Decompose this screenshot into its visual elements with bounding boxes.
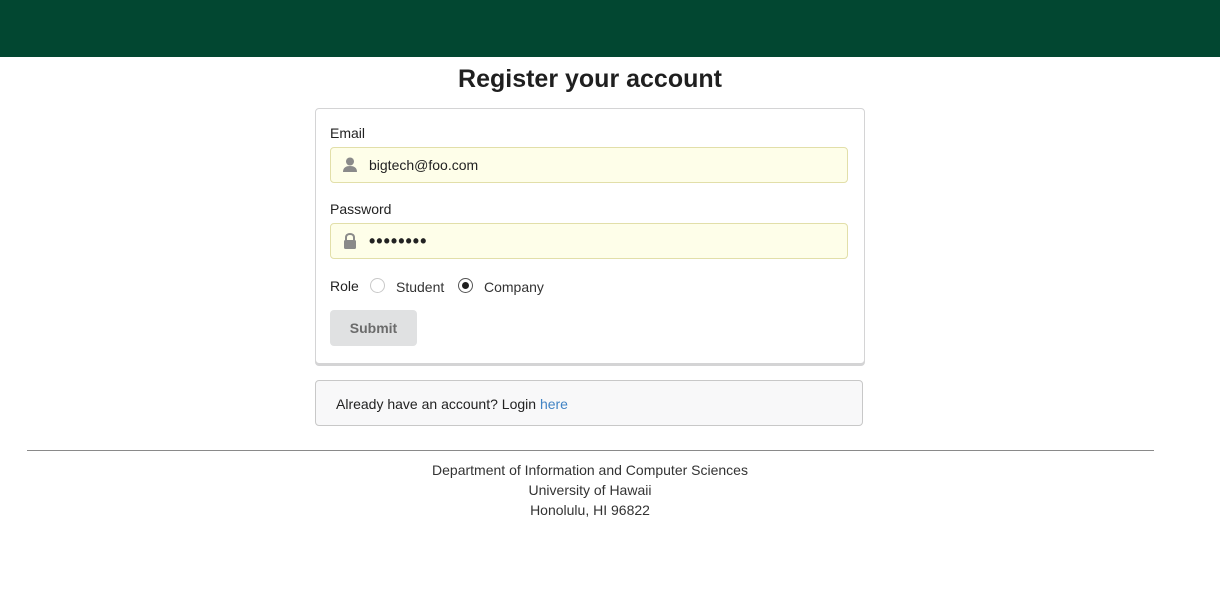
login-message-text: Already have an account? Login — [336, 396, 540, 412]
company-radio-label[interactable]: Company — [484, 279, 544, 295]
top-navbar — [0, 0, 1220, 57]
login-link[interactable]: here — [540, 396, 568, 412]
register-form: Email Password •••••••• Role Student Com… — [315, 108, 865, 364]
lock-icon — [341, 232, 359, 250]
page-title: Register your account — [458, 65, 722, 93]
role-label: Role — [330, 278, 359, 294]
student-radio-label[interactable]: Student — [396, 279, 444, 295]
login-message-box: Already have an account? Login here — [315, 380, 863, 426]
email-label: Email — [330, 125, 366, 141]
footer-university: University of Hawaii — [528, 482, 652, 498]
footer-divider — [27, 450, 1154, 451]
password-input[interactable]: •••••••• — [369, 224, 839, 258]
email-input[interactable] — [369, 148, 839, 182]
student-radio[interactable] — [370, 278, 385, 293]
login-message: Already have an account? Login here — [336, 396, 568, 412]
company-radio[interactable] — [458, 278, 473, 293]
password-label: Password — [330, 201, 392, 217]
user-icon — [341, 156, 359, 174]
footer-address: Honolulu, HI 96822 — [530, 502, 650, 518]
submit-button[interactable]: Submit — [330, 310, 417, 346]
footer-department: Department of Information and Computer S… — [432, 462, 748, 478]
email-field[interactable] — [330, 147, 848, 183]
password-field[interactable]: •••••••• — [330, 223, 848, 259]
footer: Department of Information and Computer S… — [0, 460, 1180, 520]
